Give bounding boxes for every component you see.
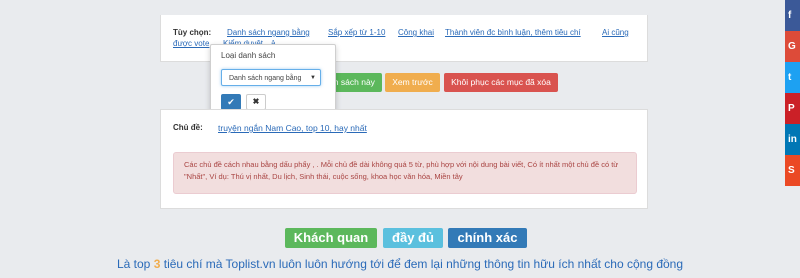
option-vote[interactable]: được vote bbox=[173, 39, 209, 48]
tags-panel: Chủ đề: truyện ngắn Nam Cao, top 10, hay… bbox=[160, 109, 648, 209]
confirm-button[interactable]: ✔ bbox=[221, 94, 241, 110]
stumbleupon-share-button[interactable]: S bbox=[785, 155, 800, 186]
criteria-accurate-button[interactable]: chính xác bbox=[448, 228, 527, 248]
pinterest-share-button[interactable]: P bbox=[785, 93, 800, 124]
twitter-share-button[interactable]: t bbox=[785, 62, 800, 93]
option-horizontal-list[interactable]: Danh sách ngang bằng bbox=[227, 28, 310, 37]
dropdown-arrow-icon: ▼ bbox=[310, 75, 316, 81]
footer-suffix: tiêu chí mà Toplist.vn luôn luôn hướng t… bbox=[163, 257, 684, 271]
list-type-select[interactable]: Danh sách ngang bằng ▼ bbox=[221, 69, 321, 86]
facebook-icon: f bbox=[788, 10, 792, 21]
restore-deleted-button[interactable]: Khôi phục các mục đã xóa bbox=[444, 73, 558, 92]
footer-number: 3 bbox=[153, 257, 161, 271]
check-icon: ✔ bbox=[227, 97, 235, 107]
preview-button[interactable]: Xem trước bbox=[385, 73, 440, 92]
list-type-select-value: Danh sách ngang bằng bbox=[229, 75, 302, 82]
close-icon: ✖ bbox=[252, 97, 260, 106]
option-anyone[interactable]: Ai cũng bbox=[602, 28, 629, 37]
google-plus-icon: G bbox=[788, 41, 796, 52]
footer-tagline: Là top 3 tiêu chí mà Toplist.vn luôn luô… bbox=[0, 257, 800, 271]
tags-label: Chủ đề: bbox=[173, 123, 203, 132]
stumbleupon-icon: S bbox=[788, 165, 795, 176]
criteria-objective-button[interactable]: Khách quan bbox=[285, 228, 377, 248]
footer-prefix: Là top bbox=[116, 257, 151, 271]
pinterest-icon: P bbox=[788, 103, 795, 114]
linkedin-share-button[interactable]: in bbox=[785, 124, 800, 155]
social-share-bar: f G t P in S bbox=[785, 0, 800, 186]
criteria-complete-button[interactable]: đầy đủ bbox=[383, 228, 443, 248]
option-sort-1-10[interactable]: Sắp xếp từ 1-10 bbox=[328, 28, 385, 37]
popover-title: Loại danh sách bbox=[221, 51, 276, 60]
facebook-share-button[interactable]: f bbox=[785, 0, 800, 31]
linkedin-icon: in bbox=[788, 134, 797, 145]
option-public[interactable]: Công khai bbox=[398, 28, 434, 37]
tags-help-alert: Các chủ đề cách nhau bằng dấu phẩy , . M… bbox=[173, 152, 637, 194]
twitter-icon: t bbox=[788, 72, 792, 83]
tags-input[interactable]: truyện ngắn Nam Cao, top 10, hay nhất bbox=[218, 123, 367, 133]
options-label: Tùy chọn: bbox=[173, 28, 212, 37]
cancel-button[interactable]: ✖ bbox=[246, 94, 266, 110]
google-plus-share-button[interactable]: G bbox=[785, 31, 800, 62]
option-member-comment[interactable]: Thành viên đc bình luận, thêm tiêu chí bbox=[445, 28, 581, 37]
list-type-popover: Loại danh sách Danh sách ngang bằng ▼ ✔ … bbox=[210, 44, 336, 116]
